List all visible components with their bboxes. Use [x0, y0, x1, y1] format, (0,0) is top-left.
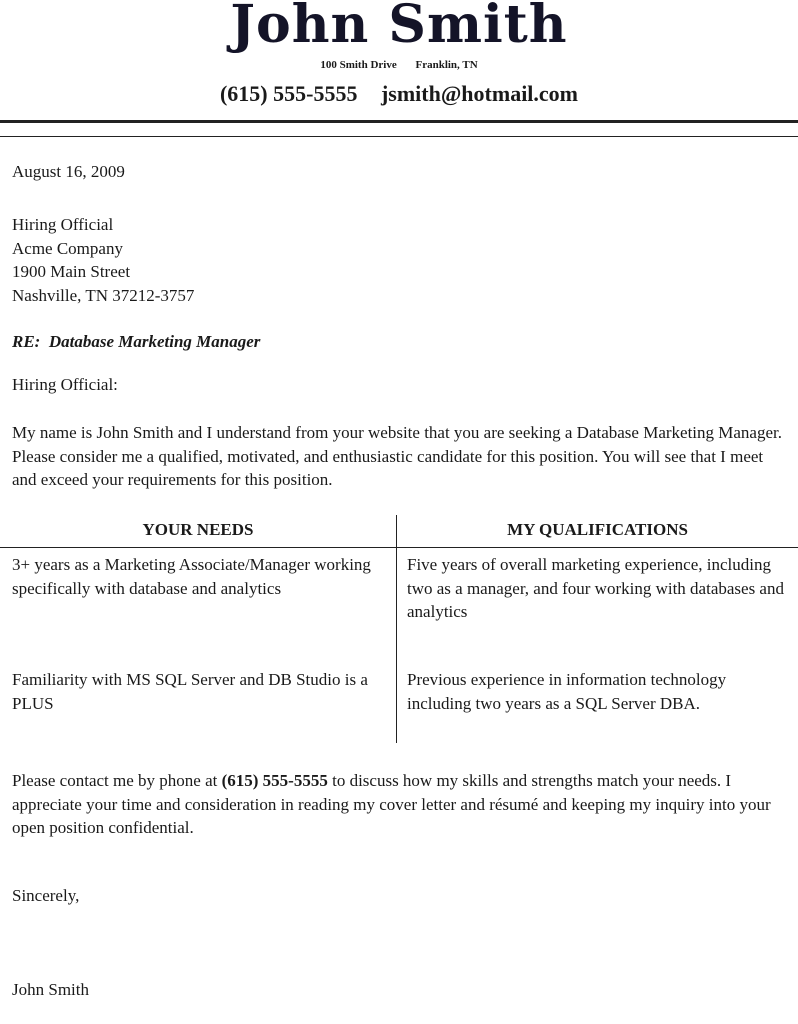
table-cell-qualification: Previous experience in information techn… — [407, 670, 727, 713]
table-cell-qualification: Five years of overall marketing experien… — [407, 555, 784, 621]
subject-line: RE: Database Marketing Manager — [12, 332, 260, 352]
recipient-line: 1900 Main Street — [12, 262, 131, 281]
table-header-rule — [0, 547, 798, 548]
recipient-line: Acme Company — [12, 239, 123, 258]
table-header-qualifications: MY QUALIFICATIONS — [507, 520, 688, 539]
subject-text: Database Marketing Manager — [48, 332, 261, 351]
phone-number: (615) 555-5555 — [219, 81, 358, 106]
signoff: Sincerely, — [12, 886, 80, 905]
closing-paragraph: Please contact me by phone at (615) 555-… — [12, 769, 790, 840]
letterhead-contact: (615) 555-5555 jsmith@hotmail.com — [0, 81, 798, 107]
table-header-needs: YOUR NEEDS — [142, 520, 254, 539]
subject-label: RE: — [12, 332, 41, 351]
email-address: jsmith@hotmail.com — [380, 81, 579, 106]
letterhead-address: 100 Smith Drive Franklin, TN — [0, 59, 798, 71]
table-cell-need: 3+ years as a Marketing Associate/Manage… — [12, 555, 371, 598]
salutation: Hiring Official: — [12, 375, 118, 394]
table-column-divider — [396, 515, 397, 743]
intro-paragraph: My name is John Smith and I understand f… — [12, 423, 782, 489]
signature: John Smith — [12, 980, 89, 999]
closing-text: Please contact me by phone at — [12, 771, 222, 790]
header-rule-thin — [0, 136, 798, 137]
closing-phone: (615) 555-5555 — [221, 771, 328, 790]
recipient-line: Nashville, TN 37212-3757 — [12, 286, 195, 305]
street-address: 100 Smith Drive — [320, 59, 397, 71]
table-cell-need: Familiarity with MS SQL Server and DB St… — [12, 670, 368, 713]
city-state: Franklin, TN — [415, 59, 478, 71]
header-rule-thick — [0, 120, 798, 123]
recipient-line: Hiring Official — [12, 215, 114, 234]
letter-date: August 16, 2009 — [12, 162, 125, 181]
letterhead-name: John Smith — [230, 0, 568, 55]
